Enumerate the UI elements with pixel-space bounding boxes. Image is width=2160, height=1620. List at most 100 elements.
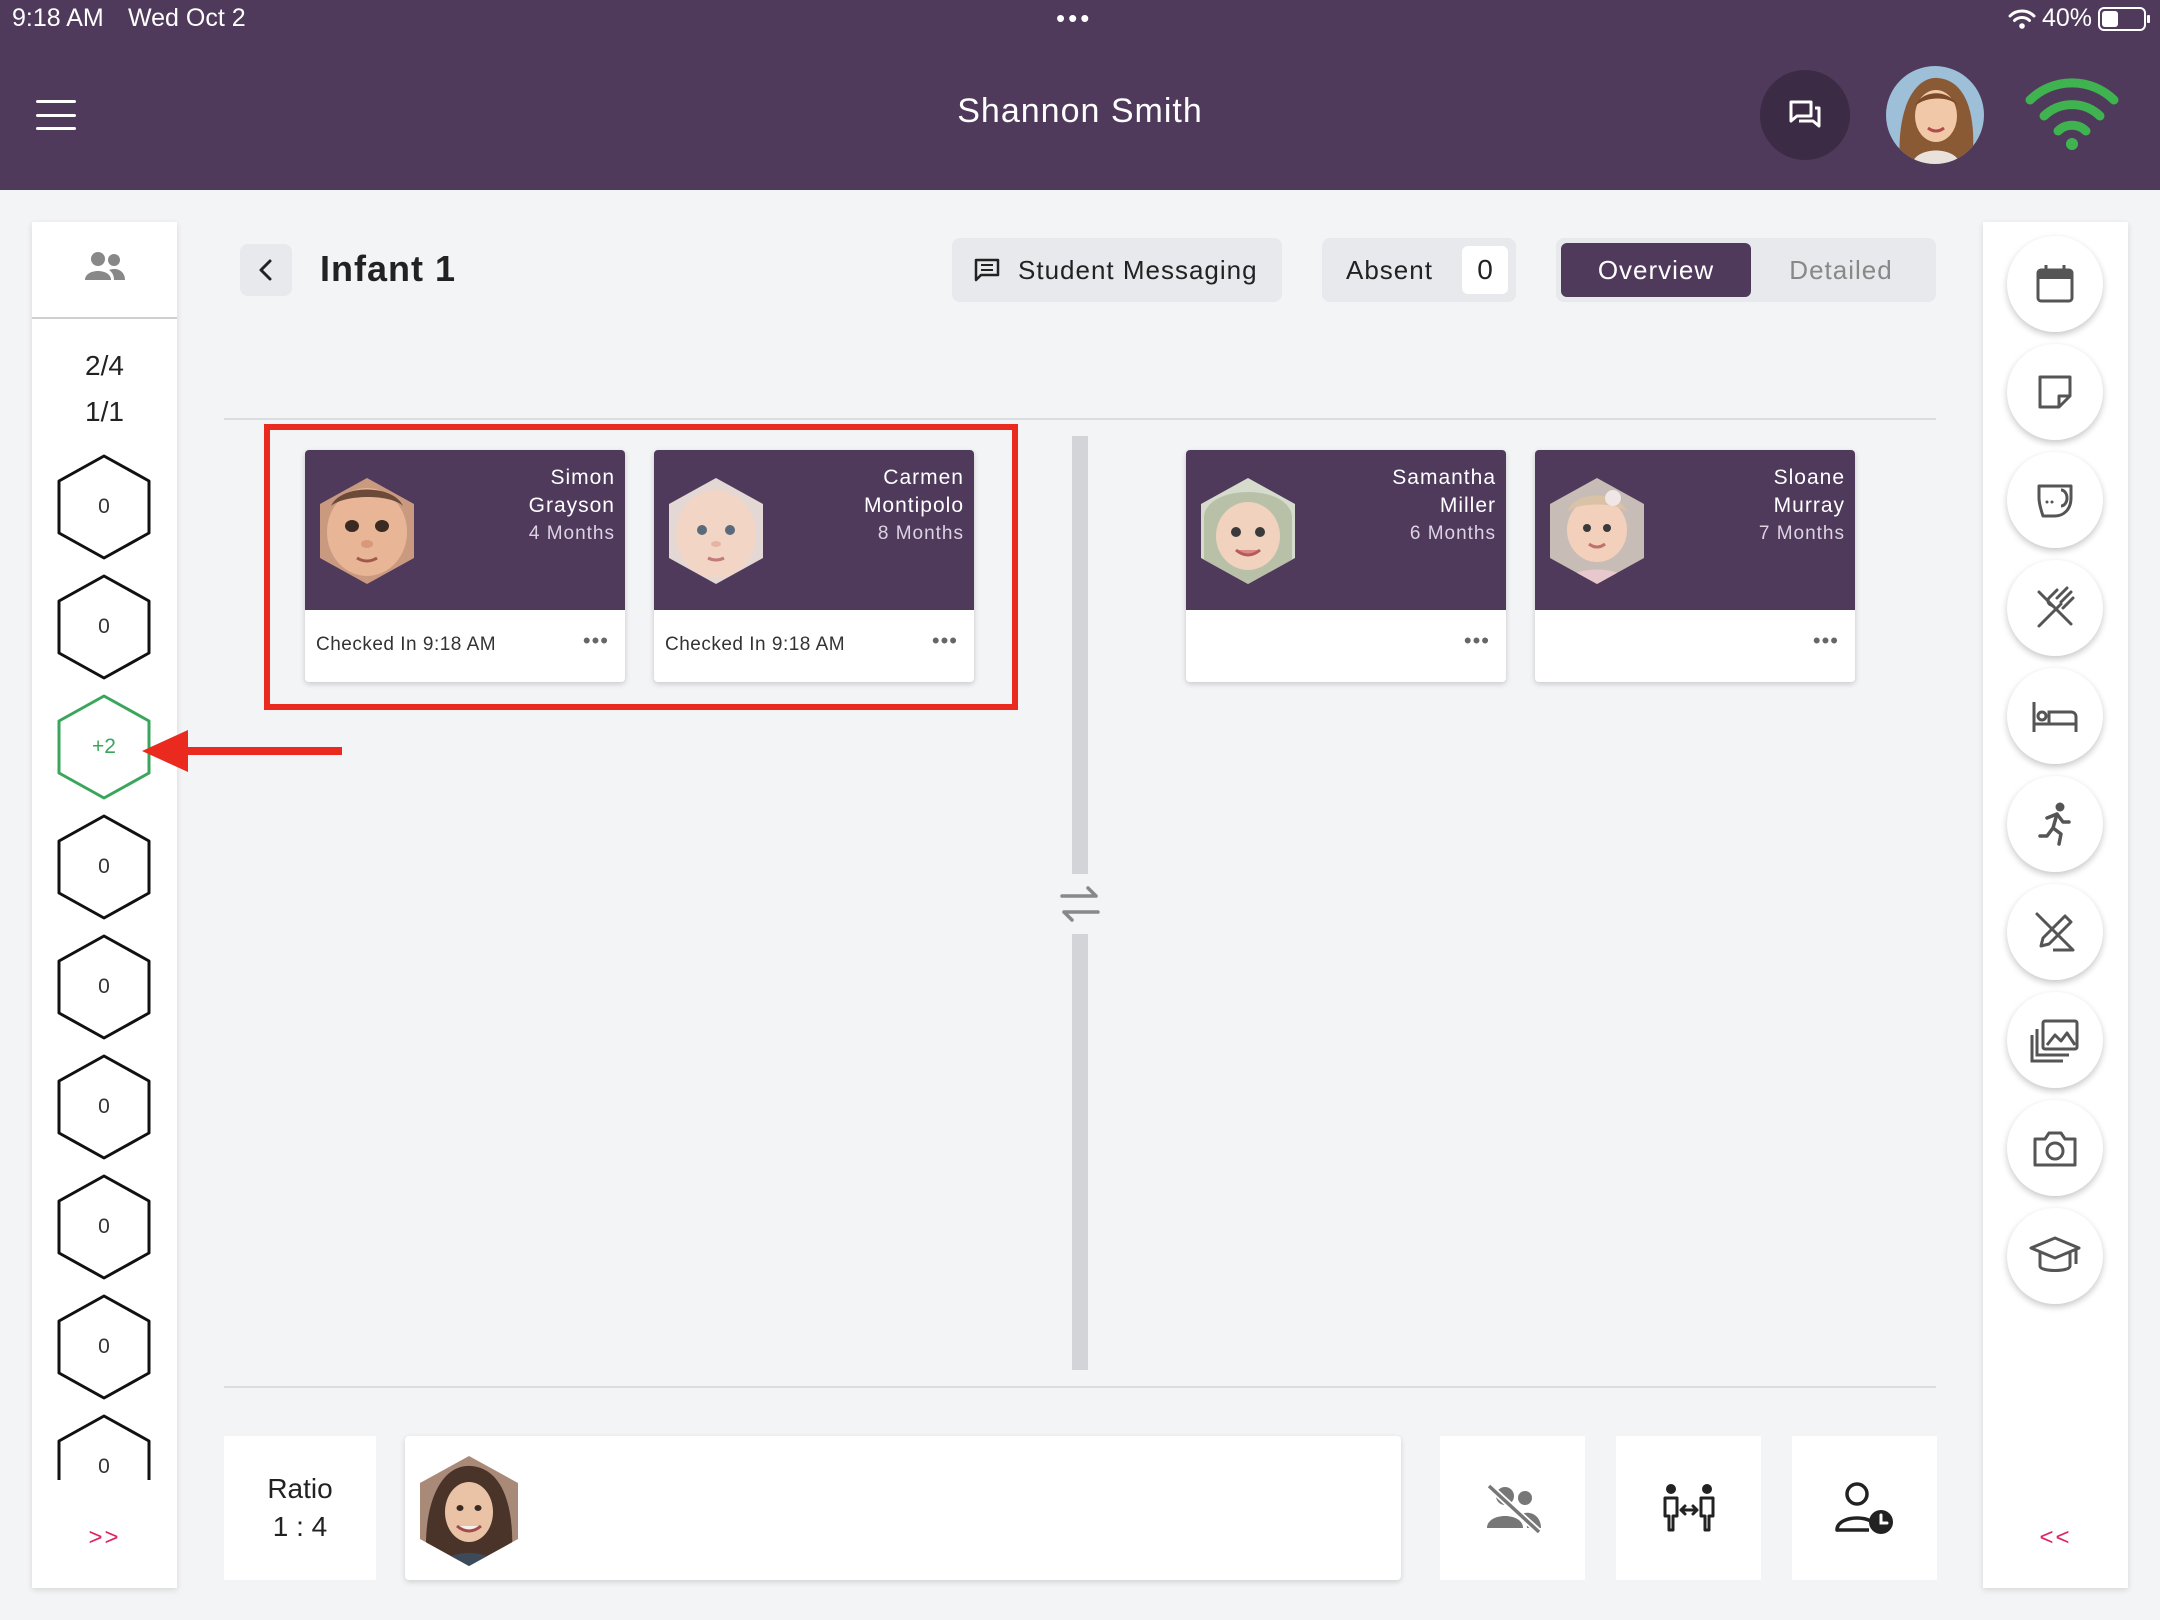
- status-right: 40%: [2008, 4, 2150, 33]
- back-button[interactable]: [240, 244, 292, 296]
- group-hexagon[interactable]: 0: [54, 1412, 154, 1480]
- person-clock-icon: [1834, 1482, 1893, 1534]
- student-age: 7 Months: [1758, 523, 1845, 544]
- view-toggle: Overview Detailed: [1556, 238, 1936, 302]
- learning-button[interactable]: [2007, 1208, 2103, 1304]
- annotation-highlight-box: [264, 424, 1018, 710]
- student-last-name: Miller: [1439, 494, 1496, 517]
- staff-break-button[interactable]: [1792, 1436, 1937, 1580]
- group-count: 0: [98, 1335, 110, 1358]
- right-rail: <<: [1983, 222, 2128, 1588]
- ratio-card: Ratio 1 : 4: [224, 1436, 376, 1580]
- gallery-icon: [2030, 1019, 2079, 1063]
- bed-icon: [2032, 702, 2078, 732]
- group-hexagon-active[interactable]: +2: [54, 692, 154, 802]
- group-hexagon[interactable]: 0: [54, 1292, 154, 1402]
- student-messaging-label: Student Messaging: [1018, 254, 1258, 285]
- chat-button[interactable]: [1760, 70, 1850, 160]
- student-name: Samantha Miller 6 Months: [1392, 464, 1496, 548]
- group-count: 0: [98, 855, 110, 878]
- battery-percent: 40%: [2041, 4, 2092, 32]
- people-icon[interactable]: [32, 250, 177, 287]
- incident-icon: [2035, 912, 2075, 952]
- group-hexagon[interactable]: 0: [54, 812, 154, 922]
- student-first-name: Samantha: [1392, 466, 1496, 489]
- student-first-name: Sloane: [1773, 466, 1845, 489]
- meal-button[interactable]: [2007, 560, 2103, 656]
- student-card[interactable]: Samantha Miller 6 Months •••: [1186, 450, 1506, 682]
- group-count: 0: [98, 615, 110, 638]
- chat-icon: [1789, 100, 1821, 128]
- gallery-button[interactable]: [2007, 992, 2103, 1088]
- group-count: 0: [98, 1215, 110, 1238]
- staff-photo[interactable]: [417, 1454, 521, 1568]
- group-hexagon[interactable]: 0: [54, 572, 154, 682]
- more-options-icon[interactable]: •••: [1464, 628, 1490, 654]
- student-card[interactable]: Sloane Murray 7 Months •••: [1535, 450, 1855, 682]
- children-ratio: 2/4: [85, 350, 124, 381]
- absent-label: Absent: [1346, 254, 1433, 285]
- more-options-icon[interactable]: •••: [1813, 628, 1839, 654]
- rail-divider: [32, 317, 177, 319]
- wifi-status-icon: [2008, 9, 2036, 29]
- nap-button[interactable]: [2007, 668, 2103, 764]
- annotation-arrow: [142, 730, 342, 772]
- move-staff-button[interactable]: [1616, 1436, 1761, 1580]
- staff-panel: [405, 1436, 1401, 1580]
- student-messaging-button[interactable]: Student Messaging: [952, 238, 1282, 302]
- absent-staff-button[interactable]: [1440, 1436, 1585, 1580]
- multitask-dots[interactable]: •••: [1056, 3, 1092, 34]
- swap-arrows-icon[interactable]: [1058, 884, 1102, 924]
- status-time: 9:18 AM: [12, 4, 104, 32]
- card-header: Samantha Miller 6 Months: [1186, 450, 1506, 610]
- note-button[interactable]: [2007, 344, 2103, 440]
- divider-bottom: [224, 1386, 1936, 1388]
- running-icon: [2038, 802, 2071, 846]
- user-avatar[interactable]: [1886, 66, 1984, 164]
- room-title: Infant 1: [320, 248, 457, 289]
- absent-button[interactable]: Absent 0: [1322, 238, 1516, 302]
- note-icon: [2038, 375, 2072, 409]
- meal-icon: [2037, 586, 2075, 628]
- student-last-name: Murray: [1773, 494, 1845, 517]
- diaper-icon: [2037, 484, 2073, 518]
- group-count: 0: [98, 975, 110, 998]
- group-count: 0: [98, 1455, 110, 1478]
- student-age: 6 Months: [1409, 523, 1496, 544]
- people-off-icon: [1486, 1483, 1541, 1534]
- ratio-label: Ratio: [267, 1473, 333, 1504]
- chevron-left-icon: [259, 259, 272, 281]
- message-icon: [974, 258, 1000, 282]
- app-header: 9:18 AM Wed Oct 2 ••• 40% Shannon Smith: [0, 0, 2160, 190]
- activity-button[interactable]: [2007, 776, 2103, 872]
- graduation-cap-icon: [2029, 1236, 2081, 1272]
- collapse-rail-button[interactable]: <<: [1983, 1524, 2128, 1552]
- battery-icon: [2098, 6, 2150, 31]
- tab-detailed[interactable]: Detailed: [1751, 243, 1931, 297]
- incident-button[interactable]: [2007, 884, 2103, 980]
- camera-button[interactable]: [2007, 1100, 2103, 1196]
- group-hexagon[interactable]: 0: [54, 932, 154, 1042]
- camera-icon: [2033, 1131, 2077, 1167]
- left-rail: 2/4 1/1 0 0 +2 0 0 0 0 0 0 >>: [32, 222, 177, 1588]
- group-count: +2: [92, 735, 116, 758]
- ratio-value: 1 : 4: [272, 1511, 328, 1542]
- connection-wifi-icon: [2025, 78, 2119, 150]
- split-divider[interactable]: [1072, 436, 1088, 874]
- group-count: 0: [98, 495, 110, 518]
- calendar-icon: [2036, 265, 2074, 303]
- group-hexagon[interactable]: 0: [54, 1172, 154, 1282]
- student-photo: [1201, 478, 1295, 584]
- status-date: Wed Oct 2: [128, 4, 246, 32]
- split-divider[interactable]: [1072, 934, 1088, 1370]
- calendar-button[interactable]: [2007, 236, 2103, 332]
- absent-count: 0: [1462, 246, 1508, 294]
- tab-overview[interactable]: Overview: [1561, 243, 1751, 297]
- group-hexagon[interactable]: 0: [54, 452, 154, 562]
- group-hexagon[interactable]: 0: [54, 1052, 154, 1162]
- student-photo: [1550, 478, 1644, 584]
- student-name: Sloane Murray 7 Months: [1759, 464, 1845, 548]
- staff-ratio: 1/1: [85, 396, 124, 427]
- diaper-button[interactable]: [2007, 452, 2103, 548]
- expand-rail-button[interactable]: >>: [32, 1524, 177, 1552]
